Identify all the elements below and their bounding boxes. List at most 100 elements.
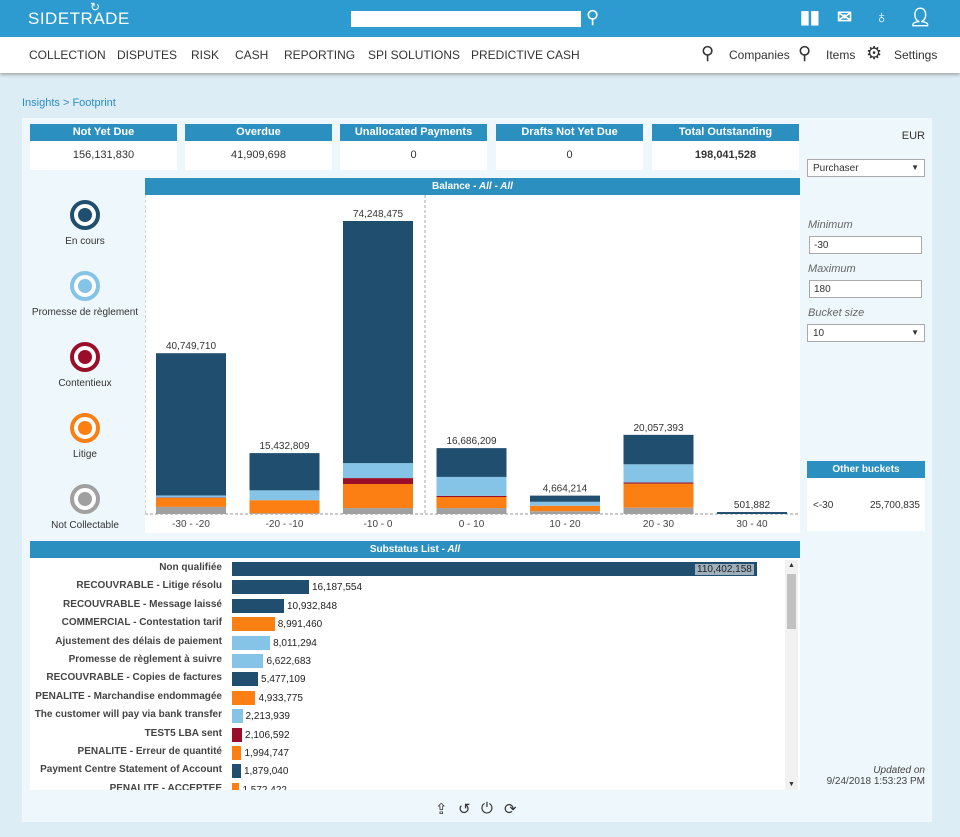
substatus-row[interactable]: Payment Centre Statement of Account1,879… [30, 762, 790, 780]
legend-en-cours[interactable]: En cours [30, 200, 140, 247]
refresh-icon[interactable]: ⟳ [504, 800, 517, 818]
settings-gear-icon[interactable]: ⚙ [866, 43, 882, 64]
substatus-bar[interactable] [232, 580, 309, 594]
legend-label: Litige [73, 449, 97, 460]
legend-contentieux[interactable]: Contentieux [30, 342, 140, 389]
substatus-bar[interactable] [232, 764, 241, 778]
substatus-row[interactable]: RECOUVRABLE - Copies de factures5,477,10… [30, 670, 790, 688]
substatus-row[interactable]: PENALITE - Marchandise endommagée4,933,7… [30, 689, 790, 707]
bar-segment-not-collectable [250, 513, 320, 514]
legend-radio-icon[interactable] [70, 413, 100, 443]
book-icon[interactable]: ▮▮ [800, 7, 820, 28]
kpi-value: 198,041,528 [652, 141, 799, 169]
undo-icon[interactable]: ↺ [458, 800, 471, 818]
nav-spi-solutions[interactable]: SPI SOLUTIONS [368, 48, 460, 62]
bar-segment-en-cours [250, 453, 320, 490]
bucket-size-label: Bucket size [808, 307, 864, 319]
items-search-icon[interactable]: ⚲ [798, 43, 811, 64]
substatus-label: RECOUVRABLE - Copies de factures [46, 672, 222, 683]
chart-title-filter: - All - All [470, 181, 513, 192]
substatus-label: RECOUVRABLE - Litige résolu [76, 580, 222, 591]
substatus-bar[interactable] [232, 617, 275, 631]
substatus-bar[interactable] [232, 672, 258, 686]
nav-predictive-cash[interactable]: PREDICTIVE CASH [471, 48, 580, 62]
scroll-down-icon[interactable]: ▼ [788, 781, 795, 788]
export-icon[interactable]: ⇪ [435, 800, 448, 818]
legend-promesse[interactable]: Promesse de règlement [30, 271, 140, 318]
search-icon[interactable]: ⚲ [586, 7, 599, 28]
kpi-value: 41,909,698 [185, 141, 332, 169]
updated-timestamp: 9/24/2018 1:53:23 PM [827, 776, 925, 787]
substatus-bar[interactable] [232, 636, 270, 650]
settings-link[interactable]: Settings [894, 48, 937, 62]
substatus-row[interactable]: PENALITE - ACCEPTEE1,572,422 [30, 781, 790, 790]
substatus-bar[interactable] [232, 709, 243, 723]
legend-litige[interactable]: Litige [30, 413, 140, 460]
substatus-bar[interactable] [232, 562, 757, 576]
user-icon[interactable]: 👤︎ [909, 7, 932, 28]
power-icon[interactable]: ⏻ [481, 800, 493, 817]
global-search-input[interactable] [351, 11, 581, 27]
bar-total-label: 20,057,393 [633, 423, 683, 434]
bar-segment-promesse-de-r-glement [343, 463, 413, 478]
substatus-row[interactable]: RECOUVRABLE - Message laissé10,932,848 [30, 597, 790, 615]
substatus-scrollbar[interactable]: ▲ ▼ [785, 560, 798, 790]
bar-total-label: 16,686,209 [446, 436, 496, 447]
kpi-not-yet-due: Not Yet Due156,131,830 [30, 124, 177, 170]
legend-radio-icon[interactable] [70, 484, 100, 514]
maximum-input[interactable]: 180 [809, 280, 922, 298]
substatus-row[interactable]: Ajustement des délais de paiement8,011,2… [30, 634, 790, 652]
substatus-row[interactable]: RECOUVRABLE - Litige résolu16,187,554 [30, 578, 790, 596]
nav-risk[interactable]: RISK [191, 48, 219, 62]
group-by-select[interactable]: Purchaser [807, 159, 925, 177]
scrollbar-thumb[interactable] [787, 574, 796, 629]
kpi-total-outstanding: Total Outstanding198,041,528 [652, 124, 799, 170]
substatus-bar[interactable] [232, 691, 255, 705]
companies-link[interactable]: Companies [729, 48, 790, 62]
substatus-row[interactable]: COMMERCIAL - Contestation tarif8,991,460 [30, 615, 790, 633]
main-nav: COLLECTION DISPUTES RISK CASH REPORTING … [0, 37, 960, 73]
bar-total-label: 501,882 [734, 500, 771, 511]
x-tick-label: -10 - 0 [364, 519, 393, 530]
bar-segment-en-cours [530, 496, 600, 502]
kpi-label: Total Outstanding [652, 124, 799, 141]
bar-segment-en-cours [437, 448, 507, 477]
substatus-row[interactable]: TEST5 LBA sent2,106,592 [30, 726, 790, 744]
substatus-row[interactable]: Promesse de règlement à suivre6,622,683 [30, 652, 790, 670]
bar-segment-promesse-de-r-glement [530, 502, 600, 506]
substatus-bar[interactable] [232, 599, 284, 613]
bucket-size-select[interactable]: 10 [807, 324, 925, 342]
sidetrade-logo[interactable]: SIDETRADE↻ [28, 9, 130, 29]
bar-total-label: 4,664,214 [543, 484, 588, 495]
scroll-up-icon[interactable]: ▲ [788, 562, 795, 569]
bar-total-label: 74,248,475 [353, 209, 403, 220]
legend-radio-icon[interactable] [70, 342, 100, 372]
nav-cash[interactable]: CASH [235, 48, 268, 62]
substatus-bar[interactable] [232, 654, 263, 668]
substatus-label: TEST5 LBA sent [145, 728, 222, 739]
substatus-bar[interactable] [232, 746, 241, 760]
substatus-row[interactable]: Non qualifiée110,402,158 [30, 560, 790, 578]
kpi-label: Not Yet Due [30, 124, 177, 141]
substatus-value: 110,402,158 [695, 564, 754, 575]
substatus-row[interactable]: The customer will pay via bank transfer2… [30, 707, 790, 725]
bar-total-label: 15,432,809 [259, 441, 309, 452]
substatus-row[interactable]: PENALITE - Erreur de quantité1,994,747 [30, 744, 790, 762]
nav-collection[interactable]: COLLECTION [29, 48, 106, 62]
substatus-value: 8,011,294 [273, 638, 317, 649]
substatus-bar[interactable] [232, 783, 239, 790]
breadcrumb[interactable]: Insights > Footprint [22, 97, 116, 109]
nav-disputes[interactable]: DISPUTES [117, 48, 177, 62]
minimum-input[interactable]: -30 [809, 236, 922, 254]
bar-segment-contentieux [343, 478, 413, 484]
items-link[interactable]: Items [826, 48, 855, 62]
companies-search-icon[interactable]: ⚲ [701, 43, 714, 64]
legend-radio-icon[interactable] [70, 271, 100, 301]
legend-not-collectable[interactable]: Not Collectable [30, 484, 140, 531]
legend-radio-icon[interactable] [70, 200, 100, 230]
nav-reporting[interactable]: REPORTING [284, 48, 355, 62]
mail-icon[interactable]: ✉ [837, 7, 852, 28]
bar-segment-not-collectable [343, 508, 413, 514]
substatus-bar[interactable] [232, 728, 242, 742]
lightbulb-icon[interactable]: ♁ [875, 7, 889, 28]
